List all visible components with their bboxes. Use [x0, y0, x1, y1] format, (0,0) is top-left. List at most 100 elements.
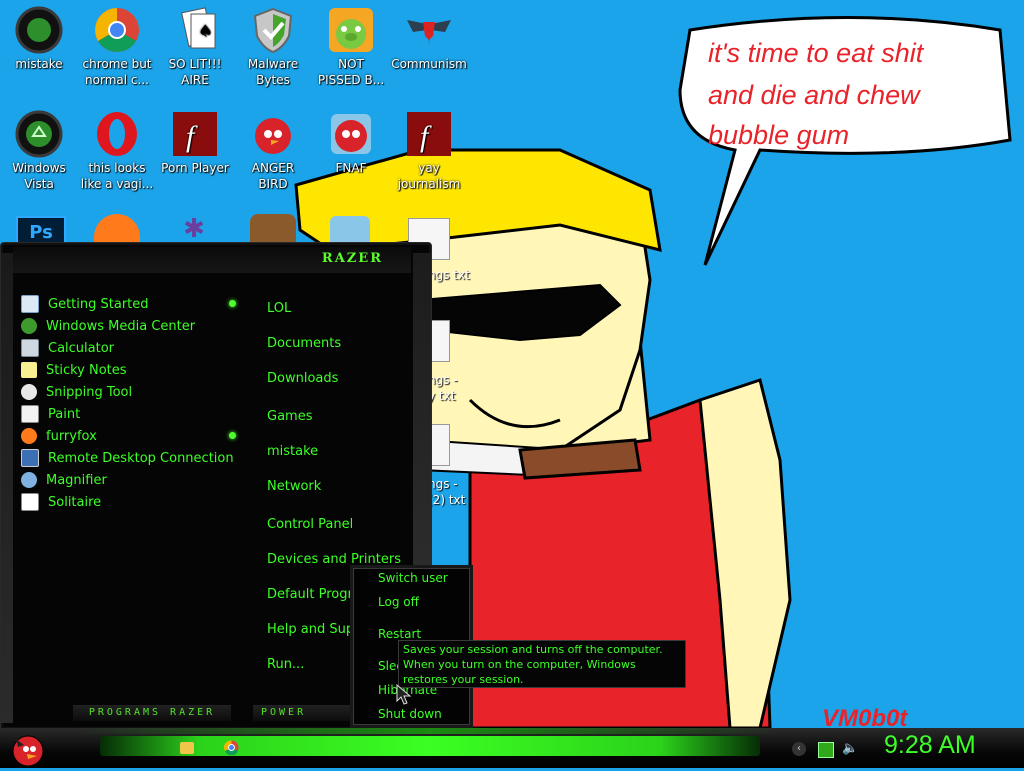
solitaire-icon	[21, 493, 39, 511]
submenu-arrow-icon	[229, 300, 236, 307]
desktop-icon-label: Porn Player	[161, 161, 229, 175]
desktop-icon-label: chrome but normal c...	[82, 57, 152, 87]
all-programs-label: PROGRAMS	[88, 707, 162, 718]
media-center-icon	[21, 318, 37, 334]
place-control-panel[interactable]: Control Panel	[267, 517, 353, 532]
desktop-icon-label: Malware Bytes	[247, 57, 299, 87]
chrome-icon	[93, 6, 141, 54]
program-sticky-notes[interactable]: Sticky Notes	[21, 359, 241, 381]
program-label: Remote Desktop Connection	[48, 450, 234, 466]
desktop-icon-porn-player[interactable]: f Porn Player	[156, 110, 234, 176]
program-magnifier[interactable]: Magnifier	[21, 469, 241, 491]
firefox-icon	[21, 428, 37, 444]
speech-line-1: it's time to eat shit	[708, 38, 925, 68]
desktop-icon-windows-vista[interactable]: Windows Vista	[0, 110, 78, 192]
hibernate-tooltip: Saves your session and turns off the com…	[398, 640, 686, 688]
all-programs-button[interactable]: PROGRAMS RAZER	[73, 705, 231, 721]
desktop-icon-label: ANGER BIRD	[251, 161, 295, 191]
program-calculator[interactable]: Calculator	[21, 337, 241, 359]
program-windows-media-center[interactable]: Windows Media Center	[21, 315, 241, 337]
remote-desktop-icon	[21, 449, 39, 467]
program-label: Calculator	[48, 340, 115, 356]
desktop-icon-label: FNAF	[335, 161, 367, 175]
wallpaper-signature: VM0b0t	[822, 705, 908, 728]
menu-item-switch-user[interactable]: Switch user	[378, 571, 448, 585]
program-label: Snipping Tool	[46, 384, 133, 400]
program-paint[interactable]: Paint	[21, 403, 241, 425]
desktop-icon-label: mistake	[15, 57, 63, 71]
place-run[interactable]: Run...	[267, 657, 304, 672]
desktop-icon-so-lit[interactable]: ♠ SO LIT!!! AIRE	[156, 6, 234, 88]
desktop-icon-label: NOT PISSED B...	[317, 57, 385, 87]
razer-logo: RAZER	[321, 251, 383, 266]
pig-icon	[327, 6, 375, 54]
snipping-tool-icon	[21, 384, 37, 400]
program-list: Getting Started Windows Media Center Cal…	[21, 293, 241, 513]
show-hidden-icons-button[interactable]: ‹	[792, 742, 806, 756]
opera-icon	[93, 110, 141, 158]
desktop-icon-fnaf[interactable]: FNAF	[312, 110, 390, 176]
sticky-notes-icon	[21, 362, 37, 378]
place-network[interactable]: Network	[267, 479, 321, 494]
desktop-icon-label: ngs - y txt	[428, 373, 458, 403]
program-label: Windows Media Center	[46, 318, 196, 334]
angry-bird-icon	[12, 735, 44, 767]
desktop-icon-label: this looks like a vagi...	[80, 161, 154, 191]
place-downloads[interactable]: Downloads	[267, 371, 338, 386]
place-lol[interactable]: LOL	[267, 301, 291, 316]
desktop-icon-mistake[interactable]: mistake	[0, 6, 78, 72]
program-snipping-tool[interactable]: Snipping Tool	[21, 381, 241, 403]
desktop-icon-communism[interactable]: Communism	[390, 6, 468, 72]
program-label: Paint	[48, 406, 81, 422]
desktop-icon-malware-bytes[interactable]: Malware Bytes	[234, 6, 312, 88]
desktop-icon-anger-bird[interactable]: ANGER BIRD	[234, 110, 312, 192]
desktop-icon-label: ngs txt	[428, 268, 470, 282]
desktop-icon-label: Windows Vista	[12, 161, 66, 191]
desktop-icon-label: ngs - (2) txt	[428, 477, 466, 507]
shield-check-icon	[249, 6, 297, 54]
program-furryfox[interactable]: furryfox	[21, 425, 241, 447]
program-getting-started[interactable]: Getting Started	[21, 293, 241, 315]
spider-solitaire-icon[interactable]: ✱	[174, 214, 214, 244]
svg-text:♠: ♠	[198, 21, 212, 40]
taskbar-accent-strip	[100, 736, 760, 756]
getting-started-icon	[21, 295, 39, 313]
angry-bird-icon[interactable]	[330, 216, 370, 244]
menu-item-restart[interactable]: Restart	[378, 627, 421, 641]
flash-player-icon: f	[405, 110, 453, 158]
start-menu-header: RAZER	[13, 247, 411, 273]
mouse-cursor-icon	[396, 684, 412, 705]
desktop-icon-yay-journalism[interactable]: f yay journalism	[390, 110, 468, 192]
paint-icon	[21, 405, 39, 423]
taskbar-glow	[80, 728, 780, 734]
place-devices-printers[interactable]: Devices and Printers	[267, 552, 401, 567]
menu-item-log-off[interactable]: Log off	[378, 595, 419, 609]
volume-icon[interactable]: 🔈	[842, 742, 858, 756]
start-button[interactable]	[6, 729, 46, 767]
calculator-icon	[21, 339, 39, 357]
submenu-arrow-icon	[229, 432, 236, 439]
action-center-icon[interactable]	[818, 742, 834, 758]
taskbar-clock[interactable]: 9:28 AM	[884, 731, 976, 760]
program-remote-desktop[interactable]: Remote Desktop Connection	[21, 447, 241, 469]
place-mistake[interactable]: mistake	[267, 444, 318, 459]
desktop-icon-label: Communism	[391, 57, 467, 71]
playing-cards-icon: ♠	[171, 6, 219, 54]
hat-bird-icon[interactable]	[250, 214, 296, 244]
desktop-icon-not-pissed[interactable]: NOT PISSED B...	[312, 6, 390, 88]
program-label: Getting Started	[48, 296, 149, 312]
power-button[interactable]: POWER	[253, 705, 353, 721]
chrome-icon[interactable]	[224, 740, 239, 755]
eagle-emblem-icon	[405, 6, 453, 54]
place-games[interactable]: Games	[267, 409, 312, 424]
program-solitaire[interactable]: Solitaire	[21, 491, 241, 513]
explorer-folder-icon[interactable]	[180, 742, 194, 754]
program-label: Magnifier	[46, 472, 107, 488]
place-documents[interactable]: Documents	[267, 336, 341, 351]
menu-item-shut-down[interactable]: Shut down	[378, 707, 442, 721]
desktop-icon-chrome[interactable]: chrome but normal c...	[78, 6, 156, 88]
desktop-icon-label: yay journalism	[397, 161, 461, 191]
razer-orb-icon	[15, 6, 63, 54]
desktop-icon-opera[interactable]: this looks like a vagi...	[78, 110, 156, 192]
recycle-orb-icon	[15, 110, 63, 158]
